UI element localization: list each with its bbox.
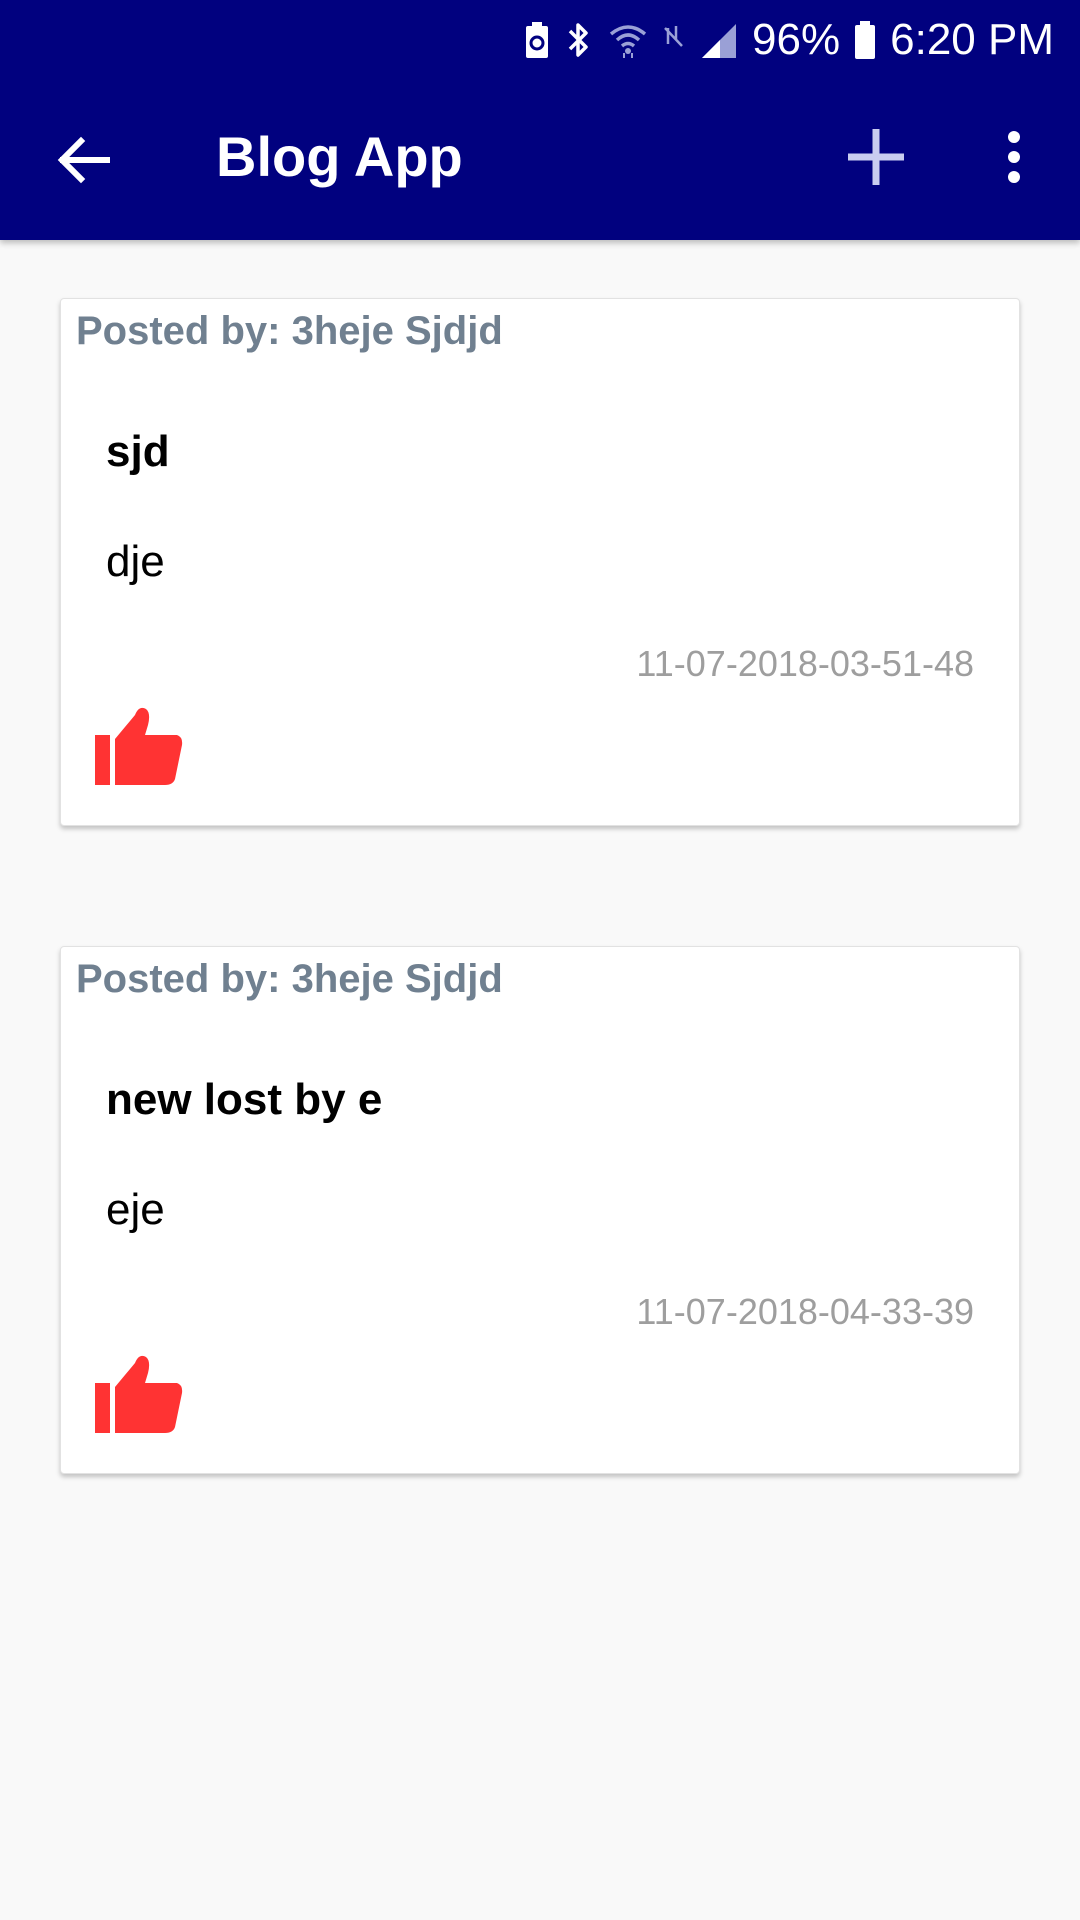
back-button[interactable] — [48, 126, 120, 198]
toolbar: Blog App — [0, 80, 1080, 240]
thumbs-up-icon — [93, 1355, 185, 1439]
clock: 6:20 PM — [890, 15, 1054, 64]
bluetooth-icon — [564, 20, 594, 60]
overflow-menu-button[interactable] — [990, 116, 1038, 202]
arrow-left-icon — [57, 135, 111, 190]
post-title: sjd — [106, 427, 170, 476]
battery-icon — [854, 20, 876, 60]
post-author: Posted by: 3heje Sjdjd — [76, 309, 503, 353]
post-date: 11-07-2018-03-51-48 — [636, 643, 974, 684]
post-date: 11-07-2018-04-33-39 — [636, 1291, 974, 1332]
post-title: new lost by e — [106, 1075, 383, 1124]
app-header: 96% 6:20 PM Blog App — [0, 0, 1080, 240]
status-icons: 96% 6:20 PM — [524, 10, 1054, 70]
wifi-icon — [608, 20, 648, 60]
plus-icon — [846, 127, 906, 192]
post-body: dje — [106, 537, 165, 586]
post-body: eje — [106, 1185, 165, 1234]
more-vertical-icon — [1006, 130, 1022, 188]
add-post-button[interactable] — [840, 116, 912, 202]
no-data-icon — [662, 20, 686, 60]
like-button[interactable] — [93, 1351, 185, 1435]
post-card[interactable]: Posted by: 3heje Sjdjd new lost by e eje… — [60, 946, 1020, 1474]
post-author: Posted by: 3heje Sjdjd — [76, 957, 503, 1001]
signal-icon — [700, 20, 738, 60]
like-button[interactable] — [93, 703, 185, 787]
post-card[interactable]: Posted by: 3heje Sjdjd sjd dje 11-07-201… — [60, 298, 1020, 826]
status-bar: 96% 6:20 PM — [0, 0, 1080, 80]
app-title: Blog App — [216, 125, 463, 188]
thumbs-up-icon — [93, 707, 185, 791]
battery-saver-icon — [524, 20, 550, 60]
battery-percent: 96% — [752, 15, 841, 64]
